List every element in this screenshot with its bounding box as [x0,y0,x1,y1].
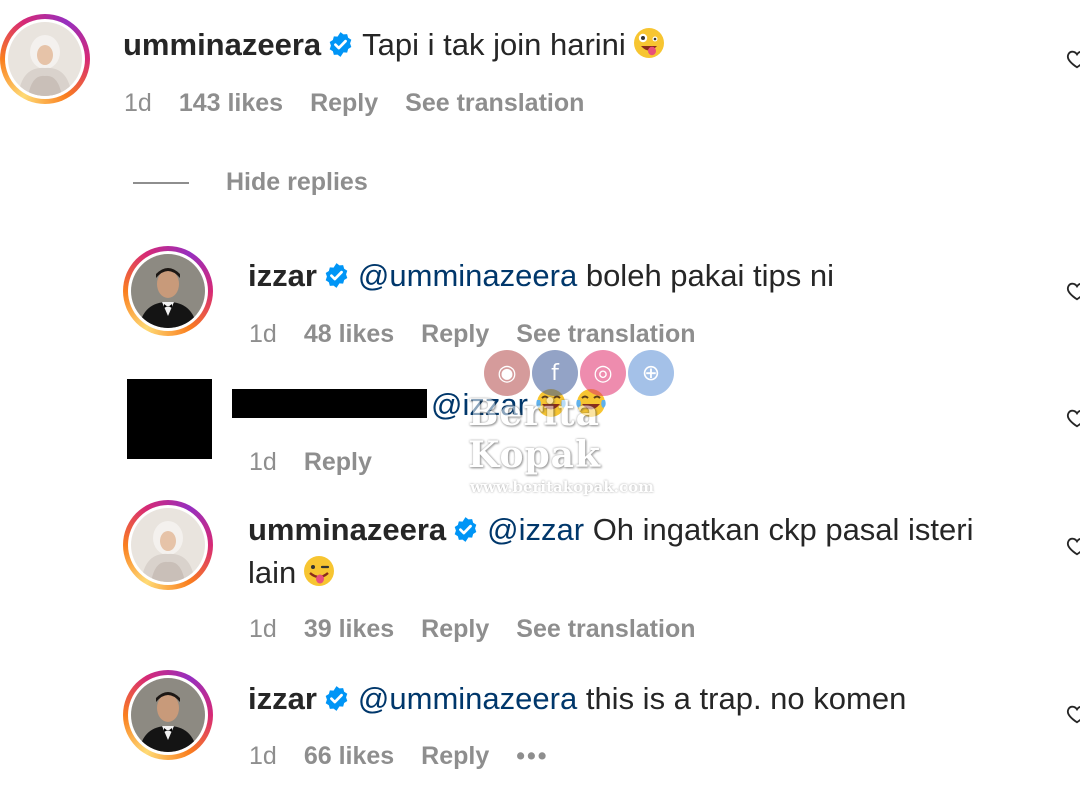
verified-badge-icon [329,32,352,57]
see-translation-button[interactable]: See translation [516,615,695,643]
comment-username[interactable]: umminazeera [123,27,321,62]
avatar[interactable] [123,500,213,590]
winking-tongue-emoji-icon [304,556,335,586]
comment-username[interactable]: izzar [248,258,317,293]
comment-text: Oh ingatkan ckp pasal isteri [592,512,974,547]
like-count[interactable]: 66 likes [304,742,394,770]
comment-text: boleh pakai tips ni [585,258,834,293]
mention-link[interactable]: @izzar [431,387,528,422]
redacted-username [232,389,427,418]
like-heart-icon[interactable] [1066,535,1080,557]
comment-time: 1d [249,320,277,348]
mention-link[interactable]: @umminazeera [358,258,577,293]
verified-badge-icon [325,263,348,288]
zany-face-emoji-icon [633,28,664,58]
mention-link[interactable]: @umminazeera [358,681,577,716]
verified-badge-icon [325,686,348,711]
watermark-url: www.beritakopak.com [470,478,654,496]
avatar[interactable] [123,246,213,336]
tears-of-joy-emoji-icon [576,389,606,417]
tears-of-joy-emoji-icon [536,389,566,417]
avatar[interactable] [0,14,90,104]
like-count[interactable]: 143 likes [179,89,283,117]
comment-time: 1d [249,742,277,770]
reply-button[interactable]: Reply [304,448,372,476]
like-heart-icon[interactable] [1066,407,1080,429]
comment-username[interactable]: umminazeera [248,512,446,547]
see-translation-button[interactable]: See translation [405,89,584,117]
verified-badge-icon [454,517,477,542]
comment-time: 1d [249,615,277,643]
comment-text: this is a trap. no komen [585,681,907,716]
more-options-button[interactable]: ••• [516,742,548,770]
hide-replies-label: Hide replies [226,168,368,196]
divider-line [133,181,189,184]
like-count[interactable]: 48 likes [304,320,394,348]
comment-time: 1d [249,448,277,476]
comment-text: Tapi i tak join harini [362,27,626,62]
mention-link[interactable]: @izzar [487,512,584,547]
like-heart-icon[interactable] [1066,703,1080,725]
hide-replies-button[interactable]: Hide replies [133,168,368,197]
like-count[interactable]: 39 likes [304,615,394,643]
reply-button[interactable]: Reply [421,742,489,770]
reply-button[interactable]: Reply [421,320,489,348]
globe-icon: ⊕ [628,350,674,396]
reply-button[interactable]: Reply [421,615,489,643]
see-translation-button[interactable]: See translation [516,320,695,348]
comment-text-continued: lain [248,555,297,590]
like-heart-icon[interactable] [1066,280,1080,302]
reply-button[interactable]: Reply [310,89,378,117]
comment-username[interactable]: izzar [248,681,317,716]
redacted-avatar [127,379,212,459]
comments-page: umminazeera Tapi i tak join harini 1d 143 … [0,0,1080,794]
comment-time: 1d [124,89,152,117]
like-heart-icon[interactable] [1066,48,1080,70]
avatar[interactable] [123,670,213,760]
